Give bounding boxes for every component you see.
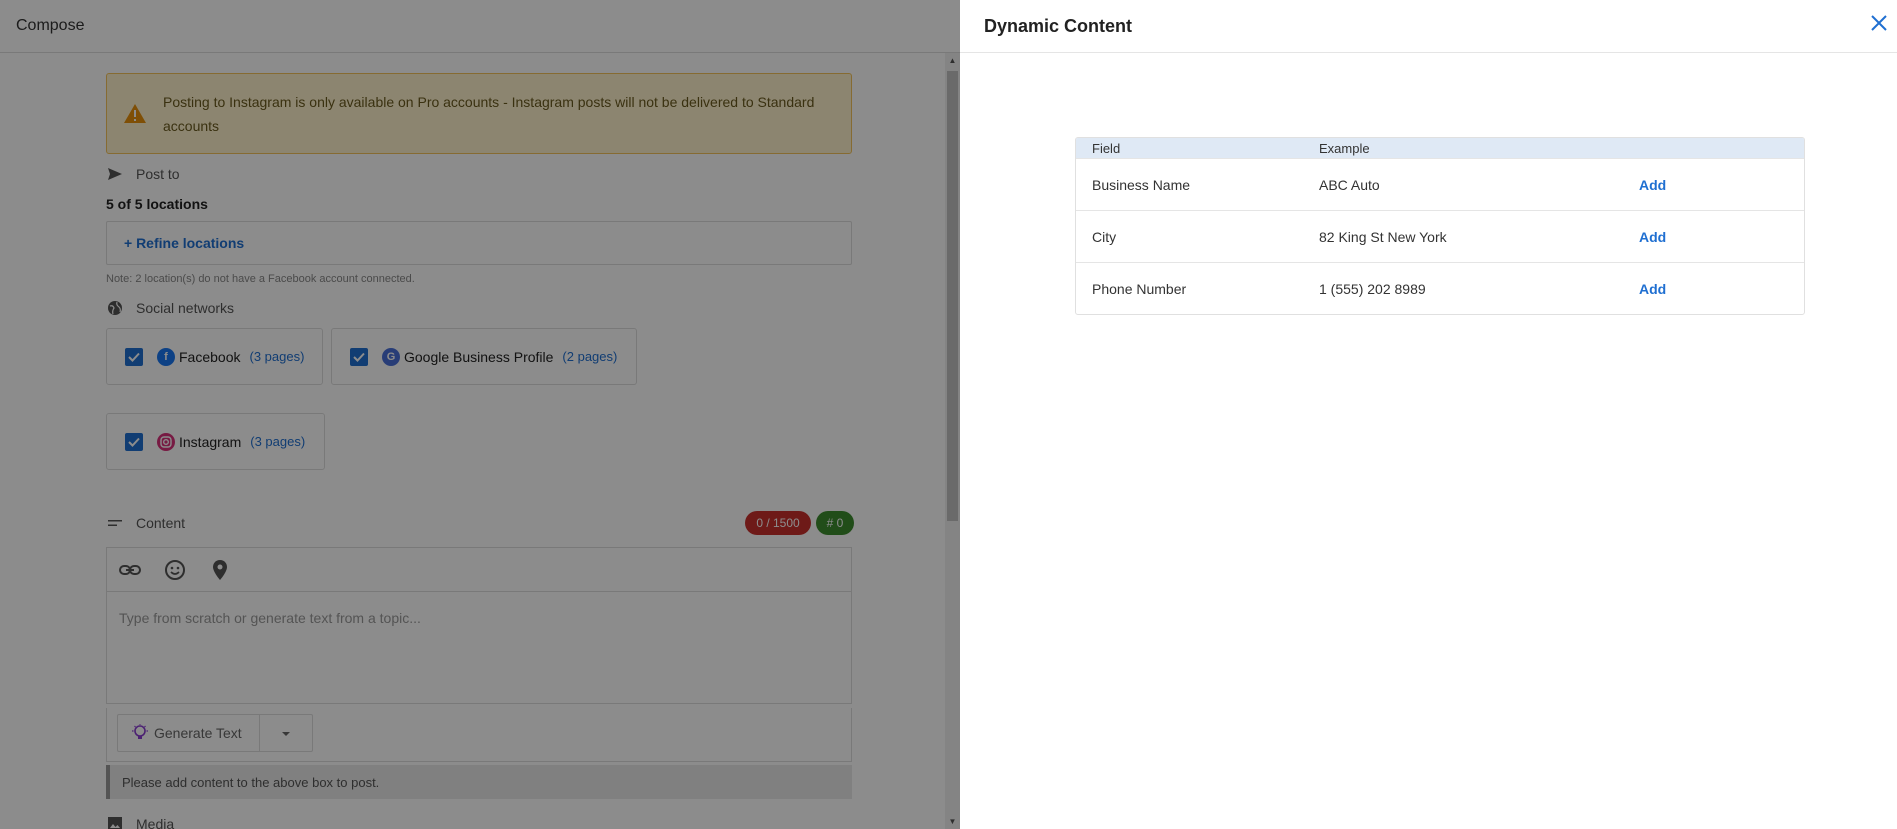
header-field: Field [1092, 140, 1121, 156]
table-header: Field Example [1076, 138, 1804, 158]
drawer-title: Dynamic Content [984, 15, 1133, 36]
dynamic-content-drawer: Dynamic Content Field Example Business N… [960, 0, 1897, 829]
row-example: 1 (555) 202 8989 [1319, 280, 1426, 297]
drawer-header: Dynamic Content [960, 0, 1897, 53]
compose-panel: Compose Posting to Instagram is only ava… [0, 0, 960, 829]
add-phone-number-button[interactable]: Add [1639, 281, 1666, 297]
modal-backdrop[interactable] [0, 0, 960, 829]
row-field: Business Name [1092, 176, 1191, 193]
row-field: City [1092, 228, 1117, 245]
close-icon[interactable] [1866, 10, 1892, 36]
row-field: Phone Number [1092, 280, 1187, 297]
table-row: Business Name ABC Auto Add [1076, 158, 1804, 210]
dynamic-content-table: Field Example Business Name ABC Auto Add… [1075, 137, 1805, 315]
add-city-button[interactable]: Add [1639, 229, 1666, 245]
table-row: Phone Number 1 (555) 202 8989 Add [1076, 262, 1804, 314]
add-business-name-button[interactable]: Add [1639, 177, 1666, 193]
table-row: City 82 King St New York Add [1076, 210, 1804, 262]
row-example: ABC Auto [1319, 176, 1380, 193]
header-example: Example [1319, 140, 1370, 156]
row-example: 82 King St New York [1319, 228, 1447, 245]
